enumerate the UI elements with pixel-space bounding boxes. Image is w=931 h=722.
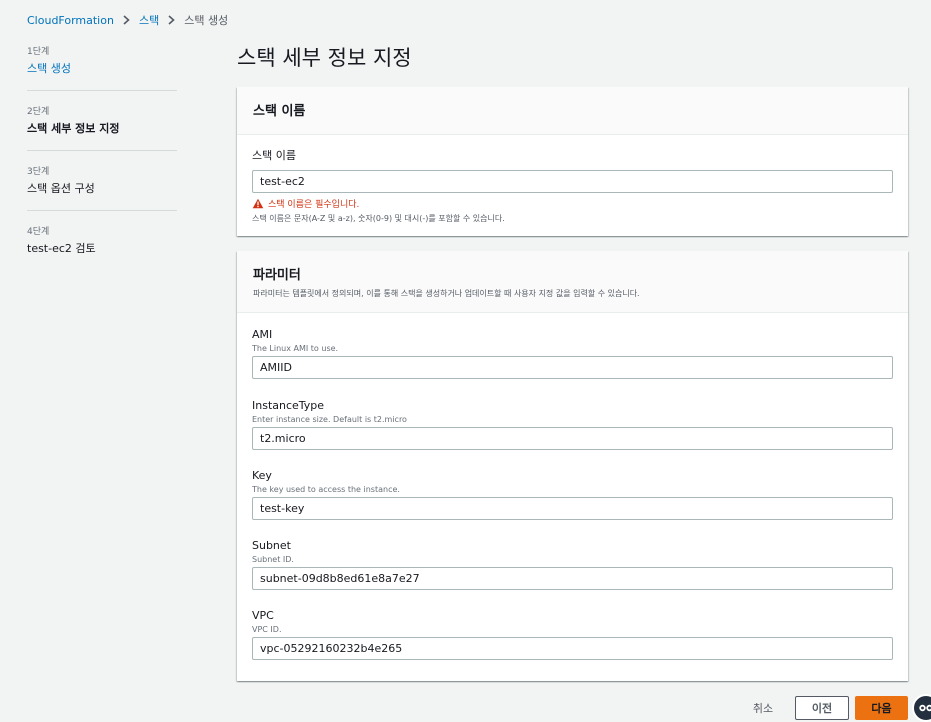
step-2-current: 스택 세부 정보 지정	[27, 122, 120, 135]
param-label: InstanceType	[252, 399, 325, 412]
param-instance-type: InstanceType Enter instance size. Defaul…	[252, 399, 893, 469]
stack-name-error: 스택 이름은 필수입니다.	[252, 197, 893, 210]
param-ami: AMI The Linux AMI to use. AMIID	[252, 328, 893, 399]
wizard-step-3: 3단계 스택 옵션 구성	[27, 164, 177, 211]
panel-title: 스택 이름	[253, 104, 306, 119]
param-key: Key The key used to access the instance.…	[252, 469, 893, 539]
param-subnet: Subnet Subnet ID. subnet-09d8b8ed61e8a7e…	[252, 539, 893, 609]
step-1-link[interactable]: 스택 생성	[27, 60, 177, 76]
wizard-step-1: 1단계 스택 생성	[27, 44, 177, 91]
page-title: 스택 세부 정보 지정	[237, 46, 412, 70]
step-number: 1단계	[27, 47, 50, 57]
error-text: 스택 이름은 필수입니다.	[268, 200, 360, 210]
cancel-button[interactable]: 취소	[748, 696, 778, 720]
stack-name-panel: 스택 이름 스택 이름 test-ec2 스택 이름은 필수입니다. 스택 이름…	[237, 87, 908, 236]
step-3-name: 스택 옵션 구성	[27, 182, 95, 195]
stack-name-label: 스택 이름	[252, 149, 296, 162]
param-description: Enter instance size. Default is t2.micro	[252, 415, 407, 424]
breadcrumb: CloudFormation 스택 스택 생성	[27, 12, 228, 28]
param-description: Subnet ID.	[252, 555, 294, 564]
subnet-input[interactable]: subnet-09d8b8ed61e8a7e27	[252, 567, 893, 590]
panel-body: 스택 이름 test-ec2 스택 이름은 필수입니다. 스택 이름은 문자(A…	[237, 135, 908, 224]
param-label: AMI	[252, 328, 273, 341]
chevron-right-icon	[123, 15, 130, 25]
wizard-steps: 1단계 스택 생성 2단계 스택 세부 정보 지정 3단계 스택 옵션 구성 4…	[27, 44, 177, 283]
panel-title: 파라미터	[253, 268, 301, 283]
wizard-footer: 취소 이전 다음	[0, 696, 931, 722]
warning-icon	[252, 198, 264, 209]
key-input[interactable]: test-key	[252, 497, 893, 520]
param-label: Key	[252, 469, 272, 482]
next-button[interactable]: 다음	[855, 696, 908, 720]
param-description: The Linux AMI to use.	[252, 344, 339, 353]
wizard-step-4: 4단계 test-ec2 검토	[27, 224, 177, 270]
breadcrumb-stacks-link[interactable]: 스택	[139, 12, 159, 28]
param-description: VPC ID.	[252, 625, 282, 634]
stack-name-hint: 스택 이름은 문자(A-Z 및 a-z), 숫자(0-9) 및 대시(-)를 포…	[252, 214, 505, 223]
step-number: 2단계	[27, 107, 50, 117]
panel-header: 파라미터 파라미터는 템플릿에서 정의되며, 이를 통해 스택을 생성하거나 업…	[237, 251, 908, 313]
panel-description: 파라미터는 템플릿에서 정의되며, 이를 통해 스택을 생성하거나 업데이트할 …	[253, 289, 640, 298]
breadcrumb-cloudformation-link[interactable]: CloudFormation	[27, 14, 114, 27]
vpc-input[interactable]: vpc-05292160232b4e265	[252, 637, 893, 660]
previous-button[interactable]: 이전	[795, 696, 849, 720]
breadcrumb-current: 스택 생성	[184, 14, 229, 27]
step-number: 3단계	[27, 167, 50, 177]
parameters-panel: 파라미터 파라미터는 템플릿에서 정의되며, 이를 통해 스택을 생성하거나 업…	[237, 251, 908, 681]
param-label: Subnet	[252, 539, 291, 552]
param-label: VPC	[252, 609, 274, 622]
step-number: 4단계	[27, 227, 50, 237]
param-description: The key used to access the instance.	[252, 485, 400, 494]
ami-input[interactable]: AMIID	[252, 356, 893, 379]
param-vpc: VPC VPC ID. vpc-05292160232b4e265	[252, 609, 893, 679]
panel-body: AMI The Linux AMI to use. AMIID Instance…	[237, 313, 908, 679]
chevron-right-icon	[168, 15, 175, 25]
instance-type-input[interactable]: t2.micro	[252, 427, 893, 450]
stack-name-input[interactable]: test-ec2	[252, 170, 893, 193]
panel-header: 스택 이름	[237, 87, 908, 135]
step-4-name: test-ec2 검토	[27, 242, 96, 255]
wizard-step-2: 2단계 스택 세부 정보 지정	[27, 104, 177, 151]
